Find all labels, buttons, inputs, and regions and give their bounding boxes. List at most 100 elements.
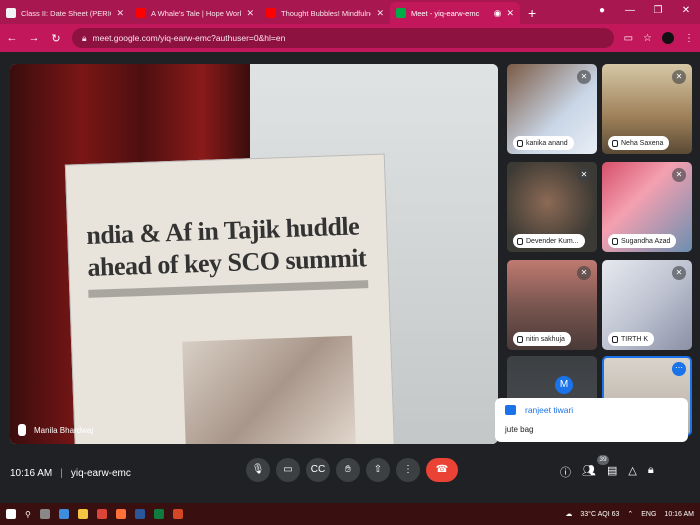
captions-button[interactable]: CC (306, 458, 330, 482)
tab-date-sheet[interactable]: Class II: Date Sheet (PERIODIC TE ✕ (0, 2, 130, 24)
mic-icon (18, 424, 26, 436)
more-options-button[interactable]: ⋮ (396, 458, 420, 482)
tab-meet[interactable]: Meet - yiq-earw-emc ◉ ✕ (390, 2, 520, 24)
powerpoint-icon[interactable] (172, 509, 183, 519)
tab-whales-tale[interactable]: A Whale's Tale | Hope Works - Yo ✕ (130, 2, 260, 24)
camera-icon[interactable]: ▭ (624, 33, 633, 44)
recording-icon: ◉ (493, 7, 502, 18)
host-controls-icon[interactable]: 🔒︎ (648, 464, 654, 480)
excel-icon[interactable] (153, 509, 164, 519)
back-icon[interactable]: ← (6, 32, 18, 44)
reload-icon[interactable]: ↻ (50, 32, 62, 45)
participant-name: Manila Bhardwaj (34, 425, 94, 435)
taskbar: ⚲ ☁︎ 33°C AQI 63 ⌃ ENG 10:16 AM (0, 503, 700, 525)
activities-icon[interactable]: △ (628, 464, 636, 480)
menu-icon[interactable]: ⋮ (684, 33, 694, 44)
person-icon (612, 237, 618, 245)
minimize-button[interactable]: — (616, 0, 644, 22)
main-video[interactable]: ndia & Af in Tajik huddle ahead of key S… (10, 64, 498, 444)
clock[interactable]: 10:16 AM (664, 511, 694, 518)
call-controls: 🎙︎ ▭ CC ✋︎ ⇧ ⋮ ☎︎ (246, 458, 458, 482)
forward-icon[interactable]: → (28, 32, 40, 44)
profile-icon[interactable]: ● (588, 0, 616, 22)
people-icon[interactable]: 👥︎ (582, 464, 596, 480)
meeting-info: 10:16 AM | yiq-earw-emc (10, 468, 131, 479)
cloud-icon: ☁︎ (565, 511, 573, 518)
search-icon[interactable]: ⚲ (25, 510, 31, 519)
chat-icon (505, 405, 516, 415)
more-options-icon[interactable]: ⋯ (672, 362, 686, 376)
raise-hand-button[interactable]: ✋︎ (336, 458, 360, 482)
newspaper-subline (88, 280, 369, 298)
close-tab-icon[interactable]: ✕ (506, 8, 514, 19)
tab-title: Thought Bubbles! Mindfulness fo (281, 8, 371, 18)
task-view-icon[interactable] (39, 509, 50, 519)
newspaper-photo (182, 335, 357, 444)
participant-tile[interactable]: ✕ kanika anand (507, 64, 597, 154)
network-icon[interactable]: ⌃ (627, 510, 633, 518)
system-tray: ☁︎ 33°C AQI 63 ⌃ ENG 10:16 AM (565, 503, 694, 525)
person-icon (612, 139, 618, 147)
person-icon (612, 335, 618, 343)
close-tab-icon[interactable]: ✕ (246, 8, 254, 19)
participant-tile[interactable]: ✕ Sugandha Azad (602, 162, 692, 252)
mic-off-icon: ✕ (577, 168, 591, 182)
language-indicator[interactable]: ENG (641, 511, 656, 518)
participant-tile[interactable]: ✕ nitin sakhuja (507, 260, 597, 350)
participant-name: Sugandha Azad (621, 237, 671, 245)
participant-label: kanika anand (513, 136, 574, 150)
participant-label: nitin sakhuja (513, 332, 571, 346)
address-actions: ▭ ☆ ⋮ (624, 32, 694, 44)
tab-title: Class II: Date Sheet (PERIODIC TE (21, 8, 111, 18)
file-explorer-icon[interactable] (77, 509, 88, 519)
url-field[interactable]: 🔒︎ meet.google.com/yiq-earw-emc?authuser… (72, 28, 614, 48)
weather-text[interactable]: 33°C AQI 63 (580, 511, 619, 518)
star-icon[interactable]: ☆ (643, 33, 652, 44)
participant-label: Neha Saxena (608, 136, 670, 150)
mic-off-icon: ✕ (672, 168, 686, 182)
address-bar: ← → ↻ 🔒︎ meet.google.com/yiq-earw-emc?au… (0, 24, 700, 52)
start-icon[interactable] (6, 509, 16, 519)
avatar: M (555, 376, 573, 394)
participant-name: nitin sakhuja (526, 335, 565, 343)
mic-button[interactable]: 🎙︎ (246, 458, 270, 482)
info-icon[interactable]: ⓘ (560, 464, 571, 480)
tab-bar: Class II: Date Sheet (PERIODIC TE ✕ A Wh… (0, 0, 700, 24)
close-window-button[interactable]: ✕ (672, 0, 700, 22)
new-tab-button[interactable]: + (528, 2, 536, 24)
participant-tile[interactable]: ✕ TIRTH K (602, 260, 692, 350)
participant-name: kanika anand (526, 139, 568, 147)
mic-off-icon: ✕ (577, 266, 591, 280)
chat-notification[interactable]: ranjeet tiwari jute bag (495, 398, 688, 442)
page-icon (6, 8, 16, 18)
avatar[interactable] (662, 32, 674, 44)
edge-icon[interactable] (58, 509, 69, 519)
end-call-button[interactable]: ☎︎ (426, 458, 458, 482)
participant-name: Devender Kum... (526, 237, 579, 245)
newspaper-headline: ndia & Af in Tajik huddle ahead of key S… (86, 210, 367, 284)
present-button[interactable]: ⇧ (366, 458, 390, 482)
youtube-icon (266, 8, 276, 18)
participant-tile[interactable]: ✕ Neha Saxena (602, 64, 692, 154)
maximize-button[interactable]: ❐ (644, 0, 672, 22)
separator: | (60, 468, 63, 479)
side-panel-controls: ⓘ 👥︎ ▤ △ 🔒︎ (560, 464, 654, 480)
participant-name: Neha Saxena (621, 139, 664, 147)
mic-off-icon: ✕ (672, 70, 686, 84)
participant-name: TIRTH K (621, 335, 649, 343)
lock-icon: 🔒︎ (82, 32, 87, 43)
close-tab-icon[interactable]: ✕ (116, 8, 124, 19)
participant-label: Devender Kum... (513, 234, 585, 248)
chat-sender: ranjeet tiwari (525, 405, 574, 415)
chat-icon[interactable]: ▤ (607, 464, 617, 480)
participant-tile[interactable]: ✕ Devender Kum... (507, 162, 597, 252)
close-tab-icon[interactable]: ✕ (376, 8, 384, 19)
camera-button[interactable]: ▭ (276, 458, 300, 482)
chat-message: jute bag (505, 425, 534, 434)
participant-label: Sugandha Azad (608, 234, 677, 248)
tab-thought-bubbles[interactable]: Thought Bubbles! Mindfulness fo ✕ (260, 2, 390, 24)
word-icon[interactable] (134, 509, 145, 519)
chrome-icon[interactable] (96, 509, 107, 519)
firefox-icon[interactable] (115, 509, 126, 519)
meet-stage: ndia & Af in Tajik huddle ahead of key S… (0, 52, 700, 495)
